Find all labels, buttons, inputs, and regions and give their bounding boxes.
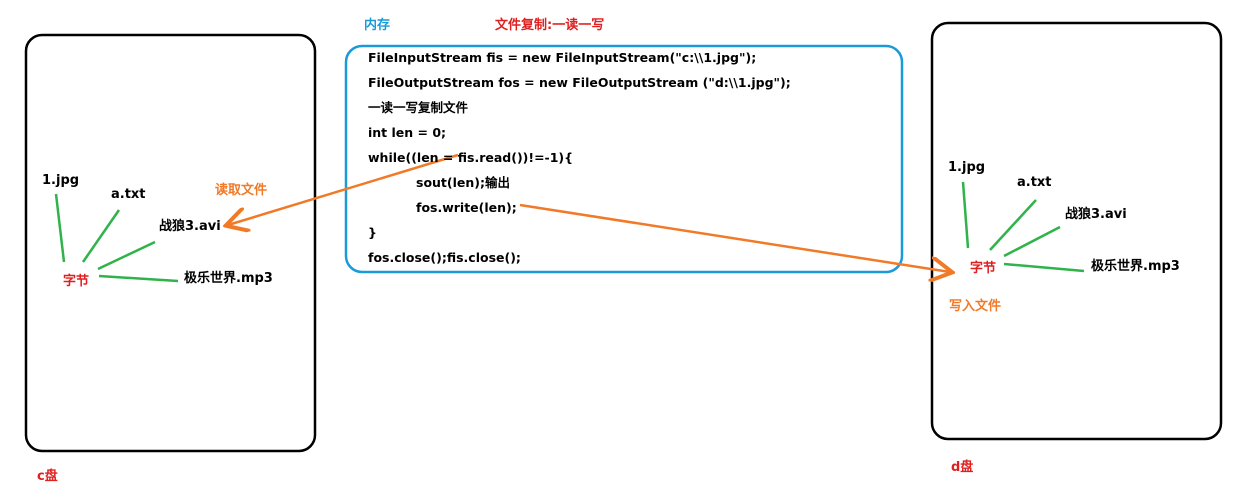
c-file-jpg: 1.jpg: [42, 173, 80, 188]
memory-label: 内存: [364, 18, 391, 33]
d-file-avi: 战狼3.avi: [1065, 207, 1127, 222]
code-line-1: FileInputStream fis = new FileInputStrea…: [368, 50, 757, 65]
diagram-canvas: 内存 文件复制:一读一写 FileInputStream fis = new F…: [0, 0, 1257, 498]
code-line-9: fos.close();fis.close();: [368, 250, 521, 265]
code-line-7: fos.write(len);: [416, 200, 517, 215]
write-file-label: 写入文件: [949, 299, 1002, 314]
c-file-avi: 战狼3.avi: [159, 219, 221, 234]
write-arrow: [519, 203, 950, 272]
c-drive-box: [24, 33, 317, 453]
d-drive-box: [930, 21, 1223, 441]
code-line-2: FileOutputStream fos = new FileOutputStr…: [368, 75, 791, 90]
code-line-4: int len = 0;: [368, 125, 447, 140]
d-connector-avi: [1003, 225, 1061, 258]
c-drive-label: c盘: [37, 469, 58, 484]
d-file-mp3: 极乐世界.mp3: [1091, 259, 1180, 274]
c-connector-mp3: [98, 274, 179, 283]
read-file-label: 读取文件: [215, 183, 268, 198]
c-connector-avi: [97, 240, 156, 271]
c-connector-jpg: [54, 193, 66, 263]
c-file-txt: a.txt: [111, 187, 146, 202]
d-file-txt: a.txt: [1017, 175, 1052, 190]
diagram-title: 文件复制:一读一写: [495, 18, 605, 33]
code-line-8: }: [368, 225, 377, 240]
c-file-mp3: 极乐世界.mp3: [184, 271, 273, 286]
c-connector-txt: [81, 209, 121, 263]
d-connector-mp3: [1003, 262, 1085, 273]
d-file-jpg: 1.jpg: [948, 160, 986, 175]
d-bytes-label: 字节: [970, 261, 997, 276]
c-bytes-label: 字节: [63, 274, 90, 289]
d-drive-label: d盘: [951, 460, 974, 475]
code-line-3: 一读一写复制文件: [368, 100, 469, 115]
d-connector-jpg: [961, 181, 970, 249]
code-line-5: while((len = fis.read())!=-1){: [368, 150, 574, 165]
code-line-6: sout(len);输出: [416, 175, 510, 190]
